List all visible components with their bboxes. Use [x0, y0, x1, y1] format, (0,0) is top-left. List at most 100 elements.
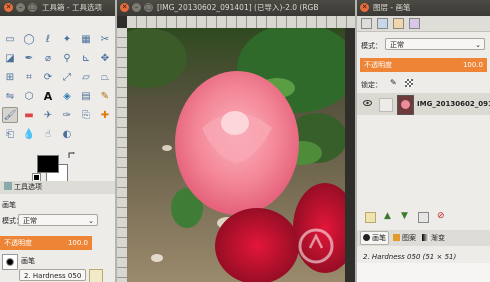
layer-thumbnail — [397, 95, 414, 115]
lower-layer-icon[interactable]: ▼ — [401, 212, 410, 221]
shear-icon[interactable]: ▱ — [78, 69, 94, 85]
edit-brush-icon[interactable] — [89, 269, 103, 282]
layer-name[interactable]: IMG_20130602_091401 — [417, 100, 490, 108]
empty-tool-slot — [97, 145, 113, 161]
brush-selector[interactable]: 2. Hardness 050 — [19, 269, 86, 281]
blur-icon[interactable]: 💧 — [21, 126, 37, 142]
cage-icon[interactable]: ⬡ — [21, 88, 37, 104]
close-icon[interactable]: ✕ — [4, 3, 13, 12]
zoom-icon[interactable]: ⚲ — [59, 50, 75, 66]
layer-opacity-slider[interactable]: 不透明度 100.0 — [360, 58, 487, 72]
color-select-icon[interactable]: ▦ — [78, 31, 94, 47]
paths-tab-icon[interactable] — [393, 18, 404, 29]
tool-options-icon — [4, 182, 12, 190]
brush-label: 画笔 — [21, 257, 35, 265]
lock-label: 锁定： — [361, 81, 382, 89]
empty-tool-slot — [2, 145, 18, 161]
gradient-tab-icon — [422, 234, 429, 241]
measure-icon[interactable]: ⊾ — [78, 50, 94, 66]
maximize-icon[interactable]: □ — [144, 3, 153, 12]
airbrush-icon[interactable]: ✈ — [40, 107, 56, 123]
swap-colors-icon[interactable] — [68, 152, 76, 160]
pencil-icon[interactable]: ✎ — [97, 88, 113, 104]
mode-value: 正常 — [23, 217, 37, 225]
layer-opacity-value: 100.0 — [462, 61, 483, 69]
vertical-ruler[interactable] — [117, 28, 127, 282]
eye-icon[interactable] — [363, 100, 372, 108]
smudge-icon[interactable]: ☝ — [40, 126, 56, 142]
duplicate-layer-icon[interactable] — [418, 212, 429, 223]
blend-icon[interactable]: ▤ — [78, 88, 94, 104]
tool-options-tab[interactable]: 工具选项 — [0, 181, 115, 194]
perspective-clone-icon[interactable]: ⎗ — [2, 126, 18, 142]
empty-tool-slot — [97, 126, 113, 142]
text-icon[interactable]: A — [40, 88, 56, 104]
layers-titlebar[interactable]: ✕ 图层 - 画笔 — [357, 0, 490, 16]
dock-tab-row — [357, 16, 490, 32]
channels-tab-icon[interactable] — [377, 18, 388, 29]
eraser-icon[interactable]: ▬ — [21, 107, 37, 123]
clone-icon[interactable]: ⎘ — [78, 107, 94, 123]
free-select-icon[interactable]: ℓ — [40, 31, 56, 47]
layers-tab-icon[interactable] — [361, 18, 372, 29]
layer-mode-label: 模式： — [361, 42, 382, 50]
tool-options-label: 工具选项 — [14, 183, 42, 191]
delete-layer-icon[interactable]: ⊘ — [437, 212, 446, 221]
tab-gradients[interactable]: 渐变 — [420, 232, 447, 244]
tool-grid: ▭ ◯ ℓ ✦ ▦ ✂ ◪ ✒ ⌀ ⚲ ⊾ ✥ ⊞ ⌗ ⟳ ⤢ ▱ ⏢ ⇋ ⬡ A ◈ ▤ ✎ 🖌 ▬ ✈ ✑ ⎘ ✚ ⎗ 💧 ☝ ◐ — [2, 31, 115, 163]
layers-title: 图层 - 画笔 — [373, 3, 411, 12]
toolbox-title: 工具箱 - 工具选项 — [42, 3, 102, 12]
minimize-icon[interactable]: – — [132, 3, 141, 12]
perspective-icon[interactable]: ⏢ — [97, 69, 113, 85]
heal-icon[interactable]: ✚ — [97, 107, 113, 123]
minimize-icon[interactable]: – — [16, 3, 25, 12]
opacity-value: 100.0 — [67, 239, 88, 247]
empty-tool-slot — [78, 145, 94, 161]
toolbox-window: ✕ – □ 工具箱 - 工具选项 ▭ ◯ ℓ ✦ ▦ ✂ ◪ ✒ ⌀ ⚲ ⊾ ✥ ⊞ ⌗ ⟳ ⤢ ▱ ⏢ ⇋ ⬡ A ◈ ▤… — [0, 0, 115, 282]
scale-icon[interactable]: ⤢ — [59, 69, 75, 85]
tab-patterns[interactable]: 图案 — [391, 232, 418, 244]
paths-icon[interactable]: ✒ — [21, 50, 37, 66]
brush-value: 2. Hardness 050 — [24, 272, 82, 280]
toolbox-titlebar[interactable]: ✕ – □ 工具箱 - 工具选项 — [0, 0, 115, 16]
close-icon[interactable]: ✕ — [360, 3, 369, 12]
default-colors-icon[interactable] — [32, 173, 41, 182]
mode-dropdown[interactable]: 正常 ⌄ — [18, 214, 98, 226]
foreground-select-icon[interactable]: ◪ — [2, 50, 18, 66]
color-picker-icon[interactable]: ⌀ — [40, 50, 56, 66]
bucket-fill-icon[interactable]: ◈ — [59, 88, 75, 104]
maximize-icon[interactable]: □ — [28, 3, 37, 12]
paintbrush-icon[interactable]: 🖌 — [2, 107, 18, 123]
flip-icon[interactable]: ⇋ — [2, 88, 18, 104]
pattern-tab-icon — [393, 234, 400, 241]
undo-tab-icon[interactable] — [409, 18, 420, 29]
dodge-burn-icon[interactable]: ◐ — [59, 126, 75, 142]
horizontal-ruler[interactable] — [127, 16, 355, 28]
crop-icon[interactable]: ⌗ — [21, 69, 37, 85]
ink-icon[interactable]: ✑ — [59, 107, 75, 123]
rotate-icon[interactable]: ⟳ — [40, 69, 56, 85]
chain-toggle[interactable] — [379, 98, 393, 112]
lock-pixels-icon[interactable]: ✎ — [390, 78, 397, 87]
fuzzy-select-icon[interactable]: ✦ — [59, 31, 75, 47]
layer-mode-dropdown[interactable]: 正常 ⌄ — [385, 38, 485, 50]
close-icon[interactable]: ✕ — [120, 3, 129, 12]
opacity-label: 不透明度 — [4, 239, 32, 247]
foreground-color-swatch[interactable] — [37, 155, 59, 173]
empty-tool-slot — [21, 145, 37, 161]
image-titlebar[interactable]: ✕ – □ [IMG_20130602_091401] (已导入)-2.0 (R… — [117, 0, 355, 16]
lock-alpha-icon[interactable] — [405, 79, 413, 87]
align-icon[interactable]: ⊞ — [2, 69, 18, 85]
scissors-icon[interactable]: ✂ — [97, 31, 113, 47]
tool-section-label: 画笔 — [2, 201, 16, 209]
tab-gradients-label: 渐变 — [431, 234, 445, 242]
layer-row[interactable]: IMG_20130602_091401 — [357, 93, 490, 115]
opacity-slider[interactable]: 不透明度 100.0 — [0, 236, 92, 250]
rect-select-icon[interactable]: ▭ — [2, 31, 18, 47]
move-icon[interactable]: ✥ — [97, 50, 113, 66]
ellipse-select-icon[interactable]: ◯ — [21, 31, 37, 47]
chevron-down-icon: ⌄ — [88, 217, 94, 225]
tab-patterns-label: 图案 — [402, 234, 416, 242]
brush-preview[interactable] — [2, 254, 18, 270]
layer-mode-value: 正常 — [390, 41, 404, 49]
